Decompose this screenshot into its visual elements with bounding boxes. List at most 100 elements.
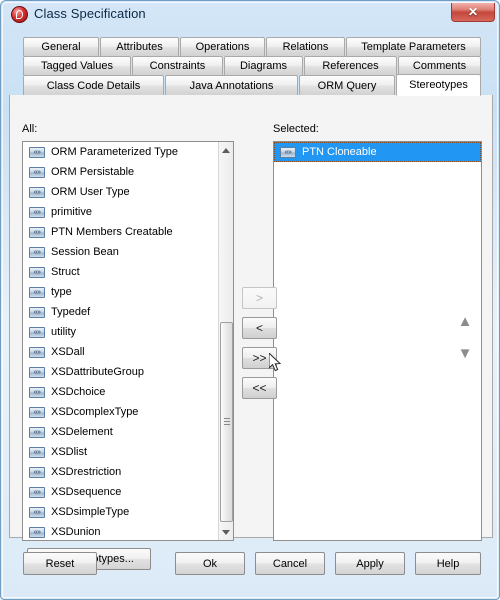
ok-button[interactable]: Ok (175, 552, 245, 575)
list-item-label: ORM Parameterized Type (51, 146, 178, 158)
list-item-label: XSDall (51, 346, 85, 358)
cancel-button[interactable]: Cancel (255, 552, 325, 575)
list-item[interactable]: «» PTN Members Creatable (23, 222, 219, 242)
list-item[interactable]: «» ORM Parameterized Type (23, 142, 219, 162)
class-specification-dialog: Class Specification ✕ General Attributes O… (0, 0, 500, 600)
list-item[interactable]: «» Struct (23, 262, 219, 282)
move-down-icon[interactable]: ▼ (456, 345, 474, 361)
list-item[interactable]: «» type (23, 282, 219, 302)
scrollbar-grip-icon (224, 418, 230, 426)
tab-constraints[interactable]: Constraints (132, 56, 223, 75)
list-item[interactable]: «» PTN Cloneable (274, 142, 481, 162)
scroll-up-icon[interactable] (219, 142, 233, 158)
list-item-label: primitive (51, 206, 92, 218)
stereotype-icon: «» (29, 526, 45, 538)
list-item[interactable]: «» XSDunion (23, 522, 219, 540)
list-item[interactable]: «» XSDrestriction (23, 462, 219, 482)
list-item[interactable]: «» primitive (23, 202, 219, 222)
tab-attributes[interactable]: Attributes (100, 37, 179, 56)
list-item[interactable]: «» Typedef (23, 302, 219, 322)
close-icon[interactable]: ✕ (451, 3, 495, 22)
tab-diagrams[interactable]: Diagrams (224, 56, 303, 75)
tab-orm-query[interactable]: ORM Query (299, 75, 395, 95)
tab-java-annotations[interactable]: Java Annotations (165, 75, 298, 95)
list-item[interactable]: «» XSDelement (23, 422, 219, 442)
tab-operations[interactable]: Operations (180, 37, 265, 56)
list-item-label: utility (51, 326, 77, 338)
list-item-label: XSDchoice (51, 386, 106, 398)
list-item[interactable]: «» ORM User Type (23, 182, 219, 202)
list-item-label: type (51, 286, 72, 298)
stereotype-icon: «» (29, 386, 45, 398)
list-item[interactable]: «» utility (23, 322, 219, 342)
tab-tagged-values[interactable]: Tagged Values (23, 56, 131, 75)
help-button[interactable]: Help (415, 552, 481, 575)
scroll-down-icon[interactable] (219, 524, 233, 540)
move-right-button[interactable]: > (242, 287, 277, 309)
list-item-label: Struct (51, 266, 80, 278)
all-stereotypes-list[interactable]: «» ORM Parameterized Type «» ORM Persistabl… (22, 141, 234, 541)
list-item[interactable]: «» Session Bean (23, 242, 219, 262)
stereotype-icon: «» (29, 506, 45, 518)
list-item-label: XSDunion (51, 526, 101, 538)
list-item[interactable]: «» XSDcomplexType (23, 402, 219, 422)
stereotype-icon: «» (29, 206, 45, 218)
list-item[interactable]: «» XSDsequence (23, 482, 219, 502)
list-item-label: Typedef (51, 306, 91, 318)
stereotype-icon: «» (29, 406, 45, 418)
list-item[interactable]: «» ORM Persistable (23, 162, 219, 182)
tab-relations[interactable]: Relations (266, 37, 345, 56)
tab-strip: General Attributes Operations Relations Temp… (9, 33, 493, 96)
list-item-label: ORM User Type (51, 186, 130, 198)
app-logo-icon (11, 6, 28, 23)
scrollbar-thumb[interactable] (220, 322, 233, 522)
move-left-button[interactable]: < (242, 317, 277, 339)
list-item-label: PTN Cloneable (302, 146, 377, 158)
window-title: Class Specification (34, 6, 146, 21)
tab-stereotypes[interactable]: Stereotypes (396, 74, 481, 96)
list-item[interactable]: «» XSDsimpleType (23, 502, 219, 522)
stereotype-icon: «» (280, 146, 296, 158)
stereotype-icon: «» (29, 306, 45, 318)
selected-stereotypes-list-items[interactable]: «» PTN Cloneable (274, 142, 481, 540)
stereotype-icon: «» (29, 266, 45, 278)
stereotype-icon: «» (29, 346, 45, 358)
apply-button[interactable]: Apply (335, 552, 405, 575)
list-item-label: Session Bean (51, 246, 119, 258)
stereotype-icon: «» (29, 186, 45, 198)
list-item[interactable]: «» XSDall (23, 342, 219, 362)
dialog-content: General Attributes Operations Relations Temp… (9, 33, 493, 593)
stereotype-icon: «» (29, 326, 45, 338)
move-all-left-button[interactable]: << (242, 377, 277, 399)
list-item-label: PTN Members Creatable (51, 226, 173, 238)
tab-template-parameters[interactable]: Template Parameters (346, 37, 481, 56)
stereotype-icon: «» (29, 146, 45, 158)
reset-button[interactable]: Reset (23, 552, 97, 575)
tab-references[interactable]: References (304, 56, 397, 75)
list-item-label: XSDattributeGroup (51, 366, 144, 378)
all-list-label: All: (22, 123, 38, 135)
stereotype-icon: «» (29, 446, 45, 458)
stereotypes-tab-page: All: Selected: «» ORM Parameterized Type «… (9, 95, 493, 570)
list-item[interactable]: «» XSDchoice (23, 382, 219, 402)
stereotype-icon: «» (29, 226, 45, 238)
tab-general[interactable]: General (23, 37, 99, 56)
list-item-label: XSDlist (51, 446, 88, 458)
all-stereotypes-list-items[interactable]: «» ORM Parameterized Type «» ORM Persistabl… (23, 142, 219, 540)
stereotype-icon: «» (29, 486, 45, 498)
dialog-button-bar: Reset Ok Cancel Apply Help (9, 545, 493, 585)
all-list-scrollbar[interactable] (218, 142, 233, 540)
stereotype-icon: «» (29, 366, 45, 378)
move-up-icon[interactable]: ▲ (456, 313, 474, 329)
tab-comments[interactable]: Comments (398, 56, 481, 75)
list-item-label: XSDcomplexType (51, 406, 139, 418)
list-item-label: XSDrestriction (51, 466, 122, 478)
tab-class-code-details[interactable]: Class Code Details (23, 75, 164, 95)
list-item-label: ORM Persistable (51, 166, 135, 178)
selected-stereotypes-list[interactable]: «» PTN Cloneable (273, 141, 482, 541)
list-item[interactable]: «» XSDattributeGroup (23, 362, 219, 382)
move-all-right-button[interactable]: >> (242, 347, 277, 369)
list-item[interactable]: «» XSDlist (23, 442, 219, 462)
selected-list-label: Selected: (273, 123, 319, 135)
title-bar: Class Specification ✕ (1, 1, 500, 29)
